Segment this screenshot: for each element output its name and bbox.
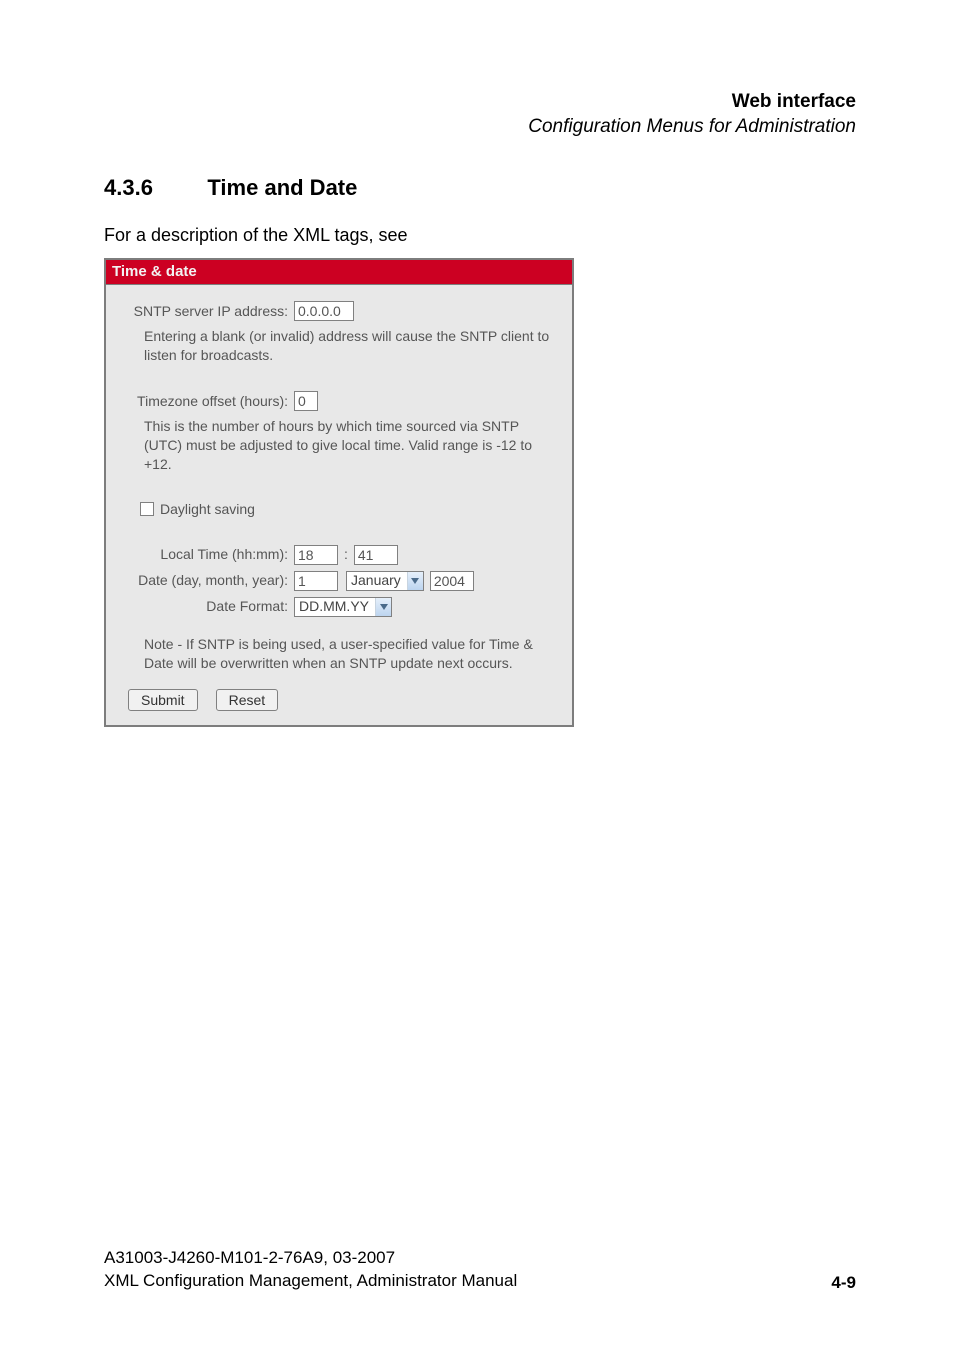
daylight-label: Daylight saving (160, 500, 255, 519)
tz-input[interactable] (294, 391, 318, 411)
date-year-input[interactable] (430, 571, 474, 591)
submit-button[interactable]: Submit (128, 689, 198, 711)
date-row: Date (day, month, year): January (120, 571, 560, 591)
localtime-row: Local Time (hh:mm): : (120, 545, 560, 565)
page-header: Web interface Configuration Menus for Ad… (104, 90, 856, 139)
page-number: 4-9 (831, 1273, 856, 1293)
page-footer: A31003-J4260-M101-2-76A9, 03-2007 XML Co… (104, 1247, 856, 1293)
section-heading: 4.3.6 Time and Date (104, 175, 856, 201)
date-month-select[interactable]: January (346, 571, 424, 591)
dateformat-row: Date Format: DD.MM.YY (120, 597, 560, 617)
time-date-panel: Time & date SNTP server IP address: Ente… (104, 258, 574, 726)
sntp-help: Entering a blank (or invalid) address wi… (144, 327, 556, 365)
header-title: Web interface (104, 90, 856, 115)
button-row: Submit Reset (128, 689, 560, 711)
intro-text: For a description of the XML tags, see (104, 225, 856, 246)
sntp-label: SNTP server IP address: (120, 302, 294, 321)
tz-help: This is the number of hours by which tim… (144, 417, 556, 474)
reset-button[interactable]: Reset (216, 689, 279, 711)
footer-line2: XML Configuration Management, Administra… (104, 1270, 517, 1293)
footer-line1: A31003-J4260-M101-2-76A9, 03-2007 (104, 1247, 517, 1270)
section-number: 4.3.6 (104, 175, 153, 201)
daylight-checkbox[interactable] (140, 502, 154, 516)
sntp-note: Note - If SNTP is being used, a user-spe… (144, 635, 556, 673)
tz-label: Timezone offset (hours): (120, 392, 294, 411)
panel-title: Time & date (106, 260, 572, 285)
date-label: Date (day, month, year): (120, 571, 294, 590)
localtime-hh-input[interactable] (294, 545, 338, 565)
sntp-row: SNTP server IP address: (120, 301, 560, 321)
date-month-value: January (347, 571, 407, 590)
section-title: Time and Date (207, 175, 357, 201)
localtime-label: Local Time (hh:mm): (120, 545, 294, 564)
time-separator: : (338, 545, 354, 564)
dateformat-value: DD.MM.YY (295, 597, 375, 616)
chevron-down-icon (407, 572, 423, 590)
dateformat-label: Date Format: (120, 597, 294, 616)
dateformat-select[interactable]: DD.MM.YY (294, 597, 392, 617)
sntp-input[interactable] (294, 301, 354, 321)
localtime-mm-input[interactable] (354, 545, 398, 565)
date-day-input[interactable] (294, 571, 338, 591)
tz-row: Timezone offset (hours): (120, 391, 560, 411)
daylight-row[interactable]: Daylight saving (140, 500, 560, 519)
chevron-down-icon (375, 598, 391, 616)
header-subtitle: Configuration Menus for Administration (104, 115, 856, 140)
